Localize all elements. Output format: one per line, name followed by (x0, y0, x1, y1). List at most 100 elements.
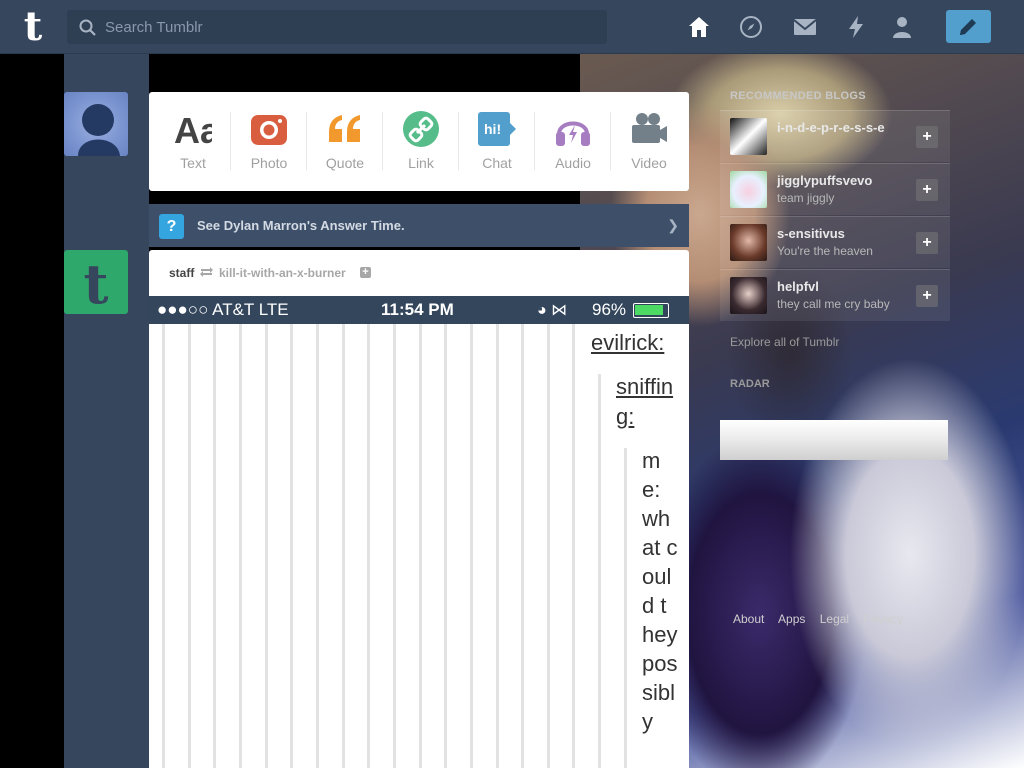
background-left (0, 54, 64, 768)
inbox-icon[interactable] (793, 15, 817, 39)
post-type-video-label: Video (631, 155, 667, 171)
recommended-blog-item[interactable]: jigglypuffsvevo team jiggly + (720, 163, 950, 215)
thread-line (572, 324, 575, 768)
staff-logo-icon: t (83, 252, 109, 314)
blog-description: You're the heaven (777, 244, 873, 258)
footer-link-apps[interactable]: Apps (778, 612, 805, 626)
screenshot-thread: evilrick: sniffing: me: what could they … (149, 324, 689, 768)
post-type-audio-label: Audio (555, 155, 591, 171)
avatar-silhouette-icon (78, 104, 120, 156)
headphones-icon (556, 121, 590, 146)
thread-line (316, 324, 319, 768)
chevron-right-icon: ❯ (667, 217, 679, 233)
post-type-link-label: Link (408, 155, 434, 171)
follow-plus-icon[interactable]: + (916, 232, 938, 254)
recommended-blog-item[interactable]: helpfvl they call me cry baby + (720, 269, 950, 321)
phone-time: 11:54 PM (381, 300, 454, 319)
thread-line (496, 324, 499, 768)
post-type-photo-label: Photo (250, 155, 288, 171)
thread-line (239, 324, 242, 768)
banner-text: See Dylan Marron's Answer Time. (197, 218, 405, 233)
blog-avatar (730, 224, 767, 261)
thread-line (367, 324, 370, 768)
text-icon: Aa (174, 110, 212, 148)
thread-line (290, 324, 293, 768)
thread-line (598, 374, 601, 768)
camera-icon (251, 115, 287, 145)
link-icon (403, 111, 439, 147)
carrier-text: ●●●○○ AT&T LTE (157, 300, 289, 319)
svg-text:Aa: Aa (174, 110, 212, 148)
thread-line (547, 324, 550, 768)
staff-avatar[interactable]: t (64, 250, 128, 314)
footer-link-privacy[interactable]: Privacy (863, 612, 902, 626)
video-camera-icon (632, 113, 667, 143)
blog-avatar (730, 277, 767, 314)
blog-avatar (730, 171, 767, 208)
thread-line (419, 324, 422, 768)
quote-icon (329, 115, 360, 142)
phone-status-bar: ●●●○○ AT&T LTE 11:54 PM ◕ ⋈ 96% (149, 296, 689, 324)
tumblr-logo[interactable]: t (16, 6, 50, 48)
battery-percent: 96% (592, 300, 627, 319)
post-type-selector: Aa Text Photo Quote Link hi! Chat Audio … (149, 92, 689, 191)
blog-name: jigglypuffsvevo (777, 173, 873, 188)
post-type-video[interactable]: Video (611, 92, 687, 191)
blog-name: s-ensitivus (777, 226, 845, 241)
thread-username-2: sniffing: (616, 374, 674, 429)
post-type-link[interactable]: Link (383, 92, 459, 191)
post-type-quote[interactable]: Quote (307, 92, 383, 191)
answer-time-icon: ? (159, 214, 184, 239)
post-type-chat[interactable]: hi! Chat (459, 92, 535, 191)
recommended-blogs-title: RECOMMENDED BLOGS (730, 90, 866, 102)
post-type-quote-label: Quote (325, 155, 365, 171)
thread-message: me: what could they possibly (642, 448, 678, 734)
answer-time-banner[interactable]: ? See Dylan Marron's Answer Time. ❯ (149, 204, 689, 247)
explore-link[interactable]: Explore all of Tumblr (730, 335, 839, 349)
activity-icon[interactable] (844, 15, 868, 39)
dashboard-post: staff kill-it-with-an-x-burner + ●●●○○ A… (149, 250, 689, 768)
recommended-blog-item[interactable]: i-n-d-e-p-r-e-s-s-e + (720, 110, 950, 162)
search-box[interactable] (67, 10, 607, 44)
thread-line (188, 324, 191, 768)
home-icon[interactable] (687, 15, 711, 39)
blog-avatar (730, 118, 767, 155)
thread-line (521, 324, 524, 768)
blog-description: they call me cry baby (777, 297, 890, 311)
follow-plus-icon[interactable]: + (916, 179, 938, 201)
follow-plus-icon[interactable]: + (916, 126, 938, 148)
post-type-text-label: Text (180, 155, 206, 171)
blog-name: i-n-d-e-p-r-e-s-s-e (777, 120, 885, 135)
radar-title: RADAR (730, 378, 770, 390)
reblog-source[interactable]: kill-it-with-an-x-burner (219, 266, 346, 280)
thread-line (470, 324, 473, 768)
post-type-photo[interactable]: Photo (231, 92, 307, 191)
post-type-text[interactable]: Aa Text (155, 92, 231, 191)
search-icon (79, 19, 96, 36)
post-author[interactable]: staff (169, 266, 194, 280)
follow-plus-icon[interactable]: + (360, 267, 371, 278)
blog-name: helpfvl (777, 279, 819, 294)
svg-text:hi!: hi! (484, 121, 501, 137)
radar-image[interactable] (720, 420, 948, 460)
thread-line (624, 448, 627, 768)
user-avatar[interactable] (64, 92, 128, 156)
recommended-blog-item[interactable]: s-ensitivus You're the heaven + (720, 216, 950, 268)
rotation-lock-bluetooth-icon: ◕ ⋈ (537, 302, 568, 319)
thread-line (342, 324, 345, 768)
thread-line (162, 324, 165, 768)
pencil-icon (960, 19, 976, 35)
post-header: staff kill-it-with-an-x-burner + (149, 250, 689, 295)
thread-line (444, 324, 447, 768)
post-type-chat-label: Chat (482, 155, 512, 171)
search-input[interactable] (105, 10, 595, 44)
explore-icon[interactable] (739, 15, 763, 39)
post-type-audio[interactable]: Audio (535, 92, 611, 191)
account-icon[interactable] (890, 15, 914, 39)
compose-button[interactable] (946, 10, 991, 43)
follow-plus-icon[interactable]: + (916, 285, 938, 307)
reblog-icon (200, 267, 213, 277)
footer-link-about[interactable]: About (733, 612, 764, 626)
footer-link-legal[interactable]: Legal (820, 612, 849, 626)
dashboard-left-column (64, 54, 149, 768)
